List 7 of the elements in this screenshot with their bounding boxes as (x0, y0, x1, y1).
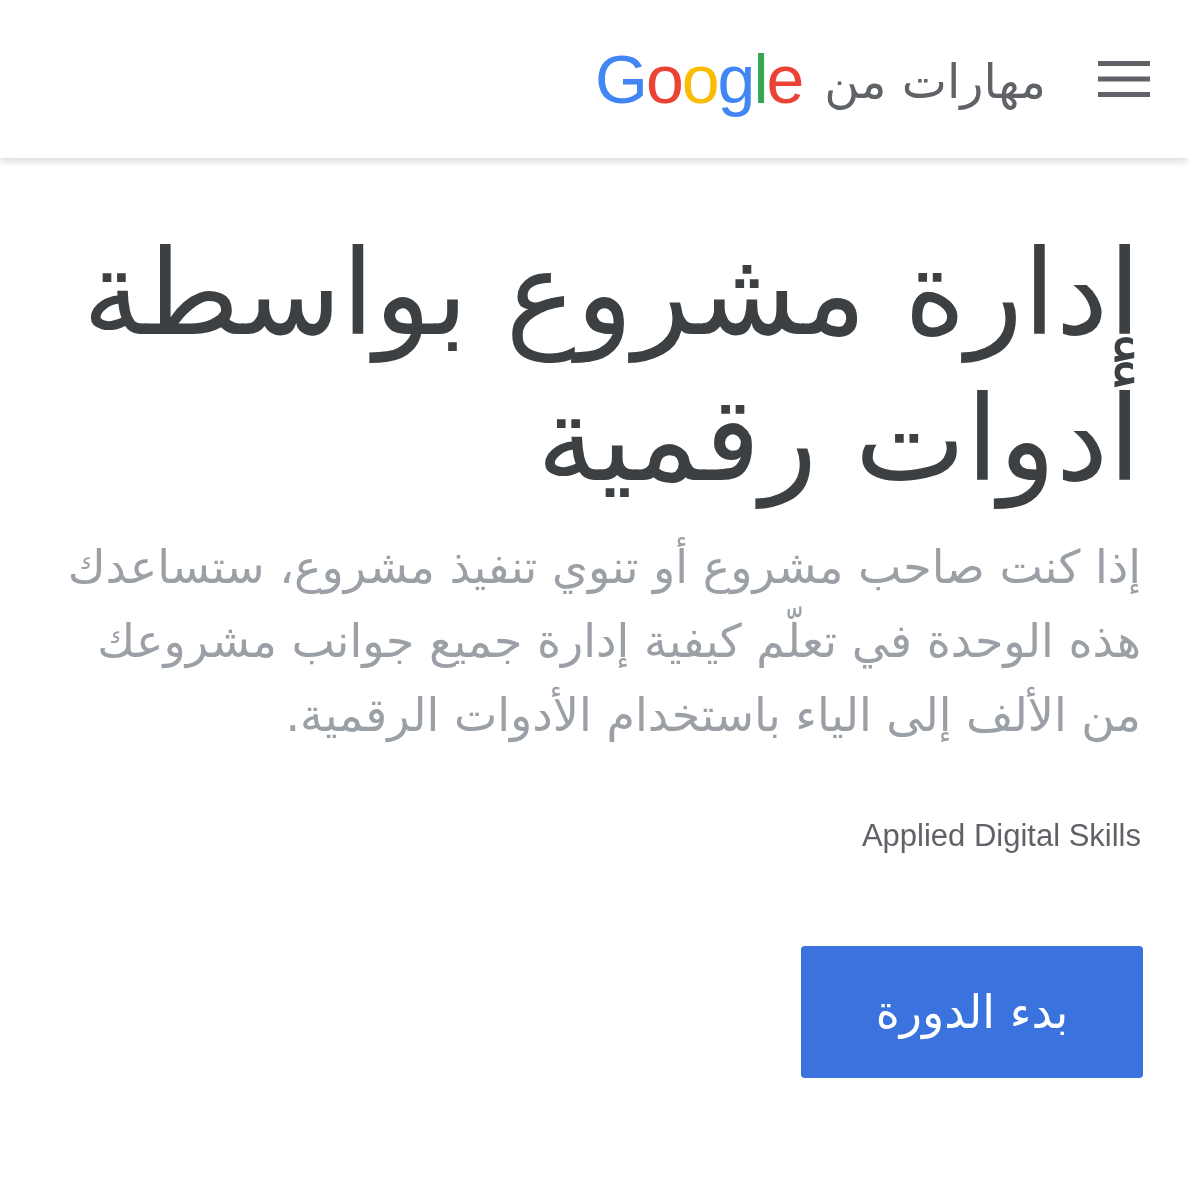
logo-wordmark[interactable]: Google (595, 41, 803, 117)
provider-name: Applied Digital Skills (861, 818, 1141, 854)
course-description: إذا كنت صاحب مشروع أو تنوي تنفيذ مشروع، ستساعدك هذه الوحدة في تعلّم كيفية إدارة جميع جوانب مشروعك من الألف إلى الياء باستخدام الأدوات الرقمية. (47, 530, 1141, 752)
start-course-button[interactable]: بدء الدورة (801, 946, 1143, 1078)
course-title: إدارة مشروع بواسطة أدوات رقمية (81, 223, 1141, 511)
brand-text: مهارات من (824, 52, 1046, 111)
menu-icon[interactable] (1098, 61, 1150, 97)
